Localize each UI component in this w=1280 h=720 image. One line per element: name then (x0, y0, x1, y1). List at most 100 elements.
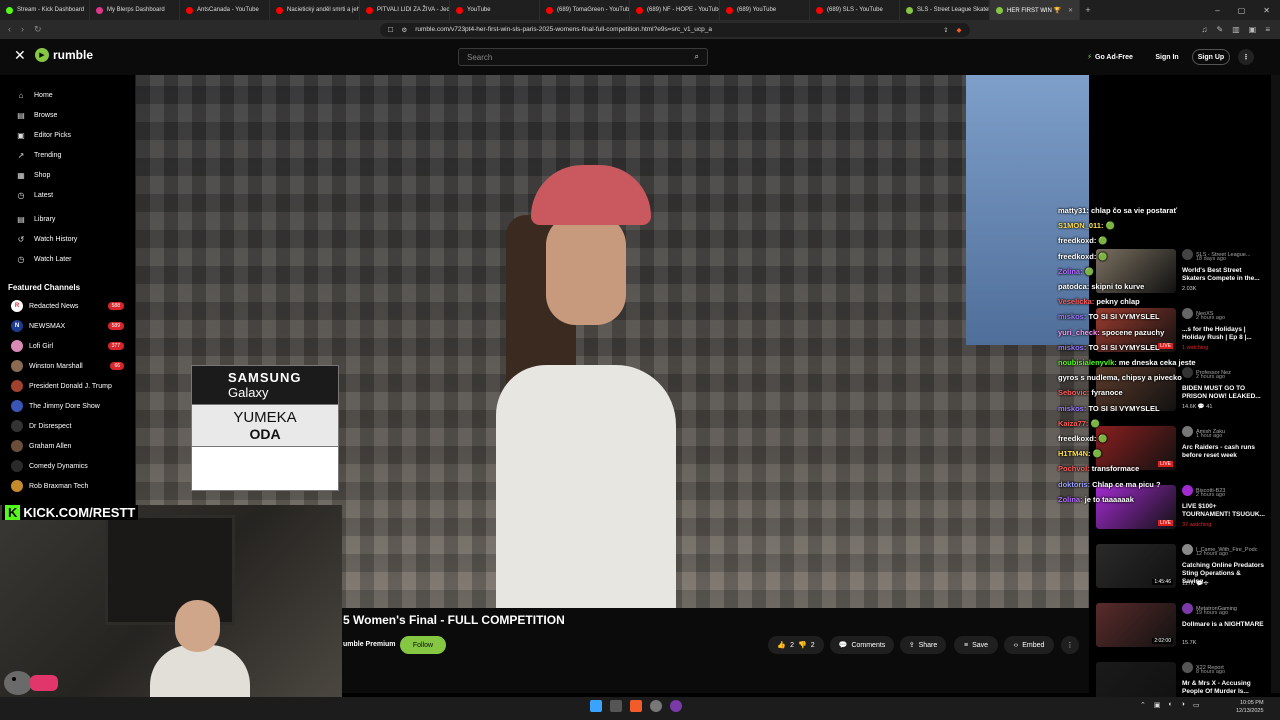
channel-tag[interactable]: umble Premium (343, 641, 396, 648)
network-icon[interactable]: ◐ (1169, 701, 1173, 709)
sidebar-item-shop[interactable]: ▦ Shop (0, 165, 136, 185)
minimize-icon[interactable]: – (1215, 6, 1219, 15)
chat-username[interactable]: miskos: (1058, 312, 1086, 321)
sidebar-toggle-icon[interactable]: ▥ (1232, 25, 1240, 34)
featured-channel-item[interactable]: Rob Braxman Tech (0, 476, 136, 496)
chat-username[interactable]: Zolina: (1058, 495, 1083, 504)
maximize-icon[interactable]: ▢ (1238, 6, 1246, 15)
sign-in-button[interactable]: Sign In (1150, 49, 1184, 65)
browser-tab[interactable]: YouTube (450, 0, 540, 20)
windows-start-icon[interactable] (590, 700, 602, 712)
taskbar-clock[interactable]: 10:05 PM 12/13/2025 (1236, 699, 1264, 715)
sidebar-item-trending[interactable]: ↗ Trending (0, 145, 136, 165)
featured-channel-item[interactable]: Winston Marshall 66 (0, 356, 136, 376)
browser-tab[interactable]: (689) SLS - YouTube (810, 0, 900, 20)
url-field[interactable]: ☐ ⚙ rumble.com/v723pt4-her-first-win-sls… (379, 22, 970, 37)
sign-up-button[interactable]: Sign Up (1192, 49, 1230, 65)
sidebar-item-home[interactable]: ⌂ Home (0, 85, 136, 105)
comments-button[interactable]: 💬 Comments (830, 636, 894, 654)
url-text[interactable]: rumble.com/v723pt4-her-first-win-sls-par… (415, 26, 935, 33)
featured-channel-item[interactable]: N NEWSMAX 589 (0, 316, 136, 336)
chat-username[interactable]: Zolina: (1058, 267, 1083, 276)
sidebar-item-editor-picks[interactable]: ▣ Editor Picks (0, 125, 136, 145)
brave-shield-icon[interactable]: ◆ (957, 26, 962, 34)
sidebar-item-browse[interactable]: ▤ Browse (0, 105, 136, 125)
close-tab-icon[interactable]: ✕ (1068, 7, 1073, 14)
featured-channel-item[interactable]: Dr Disrespect (0, 416, 136, 436)
chat-username[interactable]: freedkoxd: (1058, 252, 1096, 261)
thumbs-up-icon[interactable]: 👍 (777, 641, 786, 649)
save-button[interactable]: ≡ Save (954, 636, 998, 654)
recommended-video[interactable]: 2:02:00 MetatronGaming 19 hours ago Dollmar… (1094, 599, 1270, 647)
video-thumbnail[interactable]: 1:45:46 (1096, 544, 1176, 588)
bookmark-icon[interactable]: ☐ (388, 26, 394, 34)
share-url-icon[interactable]: ⇪ (943, 26, 948, 34)
video-more-icon[interactable]: ⋮ (1061, 636, 1079, 654)
chat-username[interactable]: H1TM4N: (1058, 449, 1091, 458)
thumbs-down-icon[interactable]: 👎 (798, 641, 807, 649)
sidebar-item-watch-history[interactable]: ↺ Watch History (0, 229, 136, 249)
browser-tab[interactable]: Stream - Kick Dashboard (0, 0, 90, 20)
extension-icon[interactable]: ♫ (1202, 25, 1208, 34)
search-icon[interactable]: ⌕ (695, 52, 699, 62)
chat-username[interactable]: noubisialenyvlk: (1058, 358, 1117, 367)
app-icon[interactable] (610, 700, 622, 712)
rumble-logo[interactable]: ▶ rumble (35, 48, 93, 62)
chat-username[interactable]: patodca: (1058, 282, 1089, 291)
browser-tab[interactable]: HER FIRST WIN 🏆 ✕ (990, 0, 1080, 20)
chat-username[interactable]: miskos: (1058, 404, 1086, 413)
app-icon[interactable] (670, 700, 682, 712)
go-ad-free-button[interactable]: ⚡ Go Ad-Free (1080, 49, 1140, 65)
follow-button[interactable]: Follow (400, 636, 446, 654)
menu-icon[interactable]: ≡ (1265, 25, 1270, 34)
sidebar-item-latest[interactable]: ◷ Latest (0, 185, 136, 205)
chat-username[interactable]: miskos: (1058, 343, 1086, 352)
extension-icon[interactable]: ✎ (1217, 25, 1224, 34)
share-button[interactable]: ⇪ Share (900, 636, 946, 654)
chevron-up-icon[interactable]: ⌃ (1140, 701, 1146, 709)
browser-tab[interactable]: (689) TomaGreen - YouTube (540, 0, 630, 20)
sidebar-item-library[interactable]: ▤ Library (0, 209, 136, 229)
featured-channel-item[interactable]: Lofi Girl 377 (0, 336, 136, 356)
browser-tab[interactable]: SLS - Street League Skatebo (900, 0, 990, 20)
battery-icon[interactable]: ▭ (1193, 701, 1200, 709)
chat-username[interactable]: freedkoxd: (1058, 236, 1096, 245)
wallet-icon[interactable]: ▣ (1249, 25, 1257, 34)
featured-channel-item[interactable]: The Jimmy Dore Show (0, 396, 136, 416)
search-input[interactable]: Search ⌕ (458, 48, 708, 66)
chat-username[interactable]: matty31: (1058, 206, 1089, 215)
browser-tab[interactable]: (689) YouTube (720, 0, 810, 20)
embed-button[interactable]: ‹› Embed (1004, 636, 1054, 654)
new-tab-icon[interactable]: + (1080, 5, 1096, 15)
chat-username[interactable]: yuri_check: (1058, 328, 1100, 337)
chat-username[interactable]: Kaiza77: (1058, 419, 1088, 428)
browser-tab[interactable]: Nacietický anděl smrti a jeho (270, 0, 360, 20)
reload-icon[interactable]: ↻ (34, 24, 42, 35)
chat-username[interactable]: doktoris: (1058, 480, 1090, 489)
featured-channel-item[interactable]: President Donald J. Trump (0, 376, 136, 396)
sidebar-item-watch-later[interactable]: ◷ Watch Later (0, 249, 136, 269)
browser-tab[interactable]: AntsCanada - YouTube (180, 0, 270, 20)
browser-tab[interactable]: My Blerps Dashboard (90, 0, 180, 20)
brave-browser-icon[interactable] (630, 700, 642, 712)
vote-buttons[interactable]: 👍 2 👎 2 (768, 636, 824, 654)
close-icon[interactable]: ✕ (14, 47, 26, 64)
browser-tab[interactable]: (689) NF - HOPE - YouTube (630, 0, 720, 20)
chat-username[interactable]: S1MON_011: (1058, 221, 1103, 230)
site-info-icon[interactable]: ⚙ (401, 26, 407, 34)
recommended-video[interactable]: 1:45:46 I_Came_With_Fire_Podc 12 hours ago… (1094, 540, 1270, 588)
obs-icon[interactable] (650, 700, 662, 712)
forward-icon[interactable]: › (21, 24, 24, 35)
featured-channel-item[interactable]: Graham Allen (0, 436, 136, 456)
chat-username[interactable]: freedkoxd: (1058, 434, 1096, 443)
featured-channel-item[interactable]: Comedy Dynamics (0, 456, 136, 476)
rec-title[interactable]: Mr & Mrs X - Accusing People Of Murder I… (1182, 680, 1266, 696)
chat-username[interactable]: Veselicka: (1058, 297, 1094, 306)
more-options-icon[interactable]: ⋮ (1238, 49, 1254, 65)
chat-username[interactable]: Sebovic: (1058, 388, 1089, 397)
app-icon[interactable]: ▣ (1154, 701, 1161, 709)
video-thumbnail[interactable]: 2:02:00 (1096, 603, 1176, 647)
browser-tab[interactable]: PITVALI LIDI ZA ŽIVA - Jedn (360, 0, 450, 20)
close-window-icon[interactable]: ✕ (1263, 6, 1270, 15)
featured-channel-item[interactable]: R Redacted News 588 (0, 296, 136, 316)
